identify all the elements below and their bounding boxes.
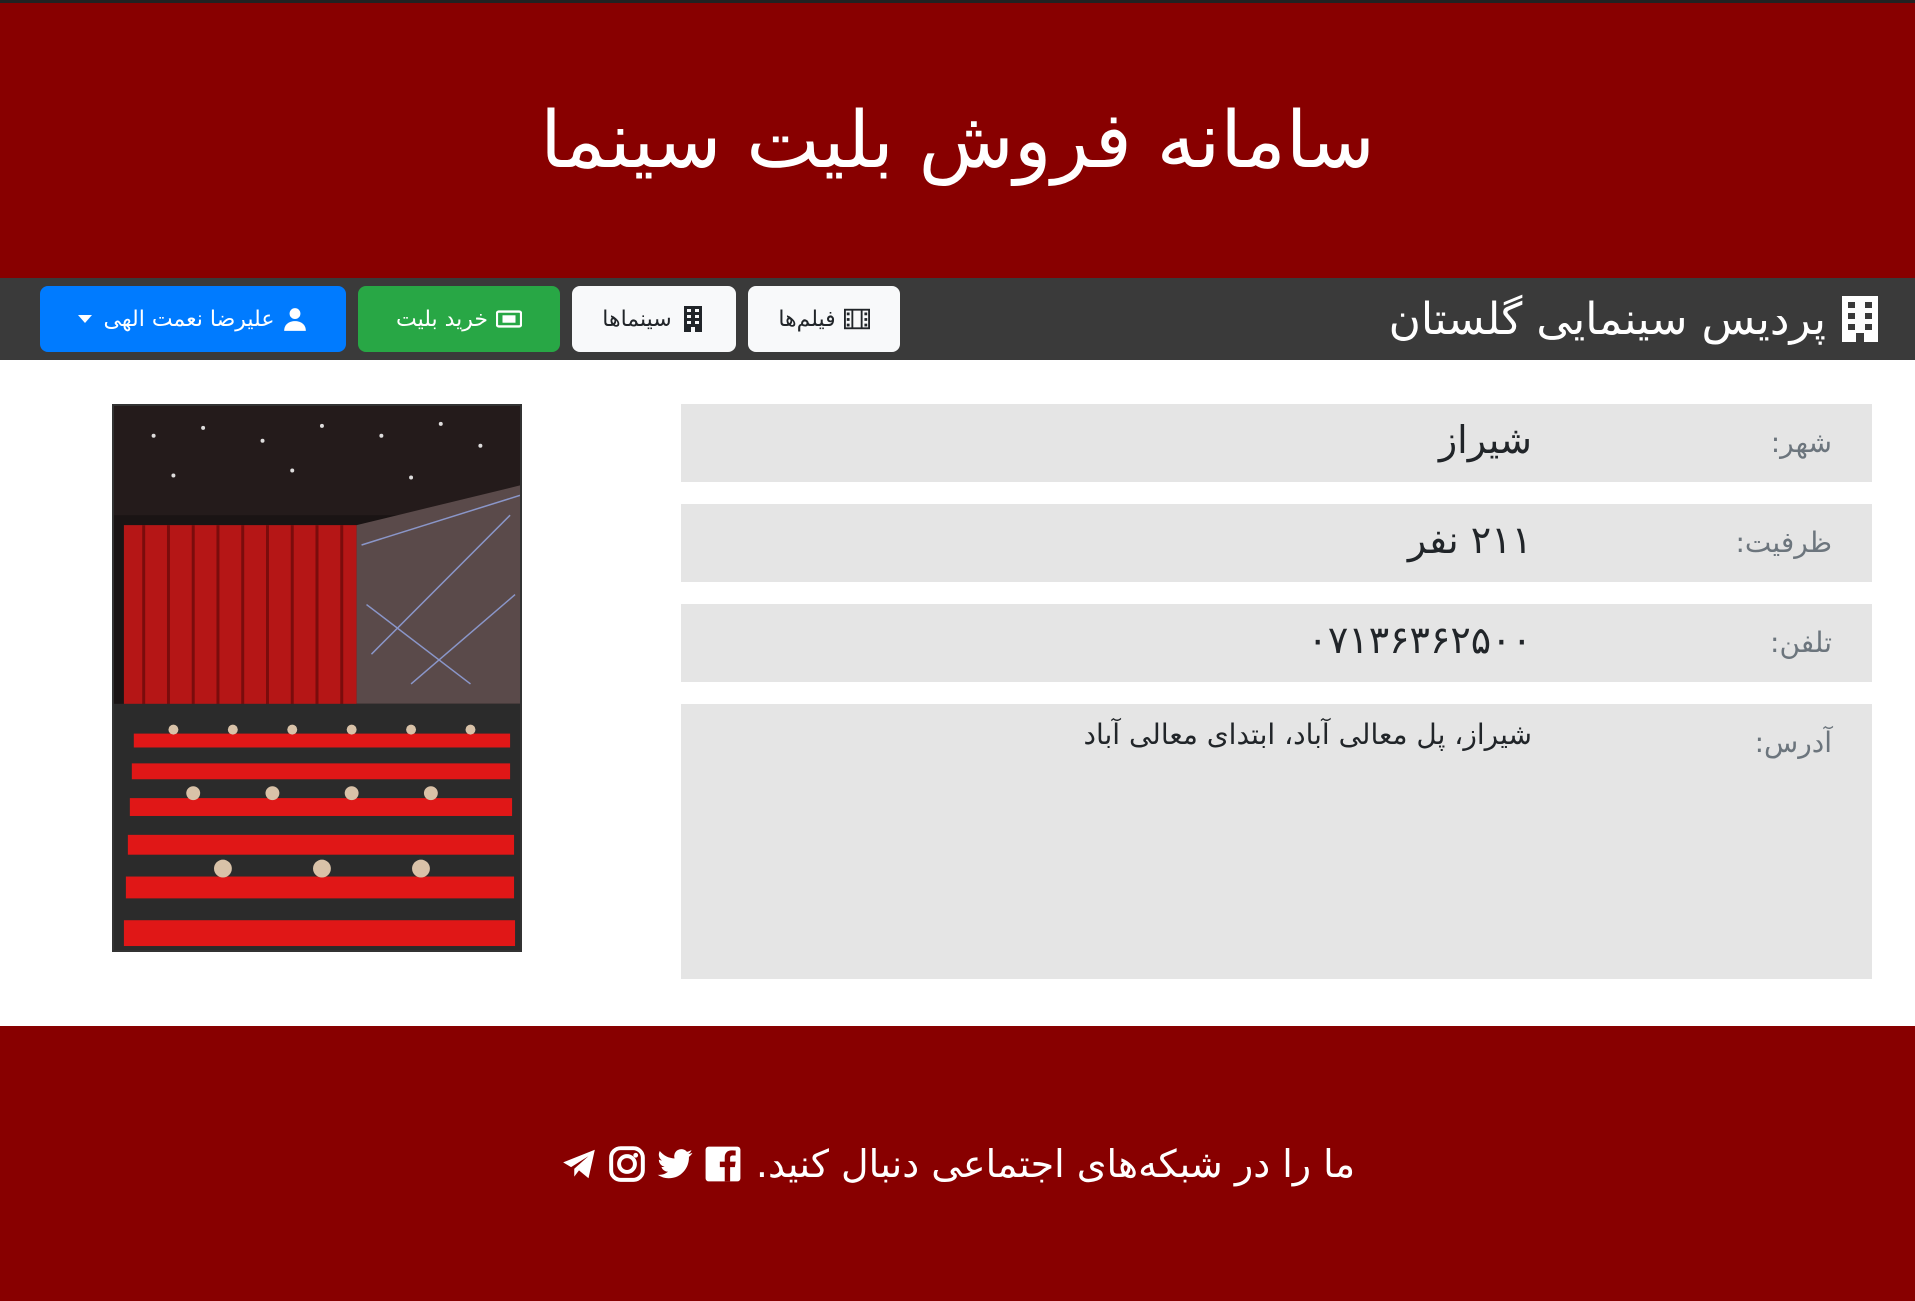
brand-label: پردیس سینمایی گلستان	[1388, 293, 1826, 345]
cinemas-label: سینماها	[602, 306, 672, 332]
cinema-details: شهر: شیراز ظرفیت: ۲۱۱ نفر تلفن: ۰۷۱۳۶۳۶۲…	[0, 360, 1915, 979]
phone-row: تلفن: ۰۷۱۳۶۳۶۲۵۰۰	[681, 604, 1872, 682]
instagram-icon[interactable]	[608, 1145, 646, 1183]
city-row: شهر: شیراز	[681, 404, 1872, 482]
facebook-icon[interactable]	[704, 1145, 742, 1183]
buy-ticket-button[interactable]: خرید بلیت	[358, 286, 560, 352]
navbar-brand[interactable]: پردیس سینمایی گلستان	[1389, 294, 1880, 345]
footer-text: ما را در شبکه‌های اجتماعی دنبال کنید.	[755, 1141, 1356, 1186]
cinemas-button[interactable]: سینماها	[572, 286, 736, 352]
address-row: آدرس: شیراز، پل معالی آباد، ابتدای معالی…	[681, 704, 1872, 979]
buy-ticket-label: خرید بلیت	[395, 306, 489, 332]
site-header: سامانه فروش بلیت سینما	[0, 3, 1915, 278]
social-links	[560, 1145, 742, 1183]
capacity-label: ظرفیت:	[1735, 526, 1833, 559]
capacity-row: ظرفیت: ۲۱۱ نفر	[681, 504, 1872, 582]
cinema-info: شهر: شیراز ظرفیت: ۲۱۱ نفر تلفن: ۰۷۱۳۶۳۶۲…	[681, 404, 1872, 1001]
building-icon	[1842, 296, 1878, 342]
films-label: فیلم‌ها	[778, 306, 836, 332]
user-menu-button[interactable]: علیرضا نعمت الهی	[40, 286, 346, 352]
ticket-icon	[496, 310, 523, 328]
user-icon	[284, 308, 307, 331]
user-name: علیرضا نعمت الهی	[103, 306, 275, 332]
chevron-down-icon	[77, 315, 92, 323]
cinema-photo	[112, 404, 522, 952]
site-footer: ما را در شبکه‌های اجتماعی دنبال کنید.	[0, 1026, 1915, 1301]
twitter-icon[interactable]	[656, 1145, 694, 1183]
address-label: آدرس:	[1754, 726, 1832, 759]
building-icon	[683, 306, 702, 332]
film-icon	[843, 308, 870, 330]
phone-label: تلفن:	[1770, 626, 1832, 659]
films-button[interactable]: فیلم‌ها	[748, 286, 900, 352]
capacity-value: ۲۱۱ نفر	[1407, 518, 1532, 562]
nav-buttons: علیرضا نعمت الهی خرید بلیت سینماها	[40, 286, 900, 352]
phone-value: ۰۷۱۳۶۳۶۲۵۰۰	[1307, 618, 1532, 662]
telegram-icon[interactable]	[560, 1145, 598, 1183]
navbar: پردیس سینمایی گلستان علیرضا نعمت الهی خر…	[0, 278, 1915, 360]
address-value: شیراز، پل معالی آباد، ابتدای معالی آباد	[1083, 718, 1532, 751]
city-label: شهر:	[1770, 426, 1832, 459]
city-value: شیراز	[1438, 418, 1532, 462]
site-title: سامانه فروش بلیت سینما	[540, 95, 1375, 186]
